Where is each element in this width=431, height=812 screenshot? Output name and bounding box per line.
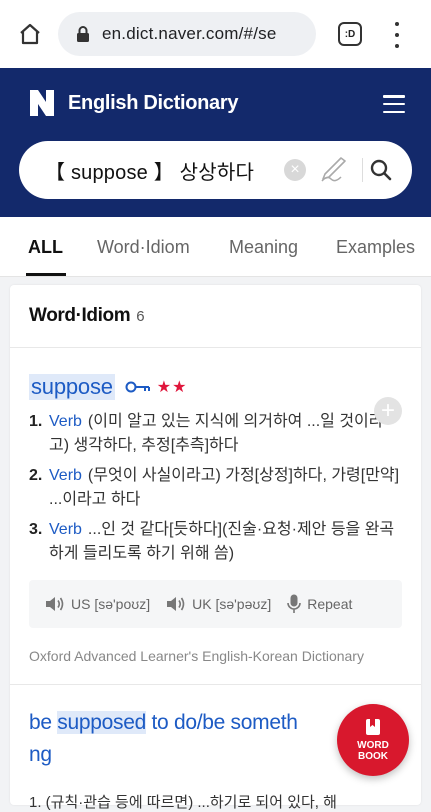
definition-item: 3. Verb ...인 것 같다[듯하다](진술·요청·제안 등을 완곡하게 들… xyxy=(29,518,402,566)
section-title: Word·Idiom xyxy=(29,305,131,326)
idiom-text-highlight: supposed xyxy=(57,711,146,734)
definition-number: 3. xyxy=(29,521,43,538)
entry-word-row: suppose ★★ xyxy=(29,372,402,402)
clear-search-icon[interactable]: × xyxy=(284,159,306,181)
search-box[interactable]: 【 suppose 】 상상하다 × xyxy=(19,141,412,199)
tab-examples[interactable]: Examples xyxy=(336,237,415,258)
repeat-text: Repeat xyxy=(307,596,353,612)
entry-word-link[interactable]: suppose xyxy=(29,374,115,400)
naver-logo-icon xyxy=(30,90,54,116)
browser-toolbar: en.dict.naver.com/#/se :D xyxy=(0,0,431,68)
definition-body: Verb ...인 것 같다[듯하다](진술·요청·제안 등을 완곡하게 들리도록… xyxy=(49,518,402,566)
idiom-definition-preview: 1. (규칙·관습 등에 따르면) ...하기로 되어 있다, 해 xyxy=(29,794,337,811)
speaker-icon xyxy=(167,597,185,611)
active-tab-indicator xyxy=(26,273,66,276)
book-icon xyxy=(366,719,380,735)
lock-icon xyxy=(76,25,90,43)
definition-text: ...인 것 같다[듯하다](진술·요청·제안 등을 완곡하게 들리도록 하기 … xyxy=(49,521,395,562)
tab-meaning[interactable]: Meaning xyxy=(229,237,298,258)
definition-text: (이미 알고 있는 지식에 의거하여 ...일 것이라고) 생각하다, 추정[추… xyxy=(49,413,384,454)
dictionary-header: English Dictionary 【 suppose 】 상상하다 × xyxy=(0,68,431,217)
part-of-speech: Verb xyxy=(49,413,82,430)
search-input[interactable]: 【 suppose 】 상상하다 xyxy=(45,156,254,185)
word-entry: suppose ★★ + 1. Verb (이미 알고 있는 지식에 의거하여 .… xyxy=(10,372,421,664)
part-of-speech: Verb xyxy=(49,467,82,484)
pronunciation-bar: US [sə'poʊz] UK [sə'pəʊz] Repeat xyxy=(29,580,402,628)
uk-pronunciation-button[interactable]: UK [sə'pəʊz] xyxy=(166,596,271,612)
definition-number: 1. xyxy=(29,413,43,430)
definition-number: 2. xyxy=(29,467,43,484)
definition-body: Verb (이미 알고 있는 지식에 의거하여 ...일 것이라고) 생각하다, … xyxy=(49,410,402,458)
microphone-icon xyxy=(287,594,302,613)
more-options-icon[interactable] xyxy=(392,22,402,48)
wordbook-button[interactable]: WORD BOOK xyxy=(337,704,409,776)
definition-text: (무엇이 사실이라고) 가정[상정]하다, 가령[만약] ...이라고 하다 xyxy=(49,467,400,508)
importance-stars: ★★ xyxy=(156,379,188,396)
uk-pronunciation-text: UK [sə'pəʊz] xyxy=(192,596,272,612)
search-icon[interactable] xyxy=(369,158,393,187)
home-icon[interactable] xyxy=(10,14,50,54)
tab-all[interactable]: ALL xyxy=(28,237,63,258)
idiom-text-post: to do/be someth xyxy=(145,711,298,734)
hamburger-menu-icon[interactable] xyxy=(383,95,405,113)
handwriting-input-icon[interactable] xyxy=(319,157,349,188)
dictionary-source: Oxford Advanced Learner's English-Korean… xyxy=(29,648,364,664)
search-divider xyxy=(362,158,363,182)
add-to-wordbook-button[interactable]: + xyxy=(374,397,402,425)
definition-list: 1. Verb (이미 알고 있는 지식에 의거하여 ...일 것이라고) 생각하… xyxy=(29,410,402,566)
wordbook-label: WORD BOOK xyxy=(357,740,389,762)
definition-item: 1. Verb (이미 알고 있는 지식에 의거하여 ...일 것이라고) 생각하… xyxy=(29,410,402,458)
us-pronunciation-text: US [sə'poʊz] xyxy=(71,596,151,612)
us-pronunciation-button[interactable]: US [sə'poʊz] xyxy=(45,596,150,612)
result-tabs: ALL Word·Idiom Meaning Examples xyxy=(0,217,431,277)
tab-switcher-button[interactable]: :D xyxy=(338,22,362,46)
idiom-text-pre: be xyxy=(29,711,58,734)
speaker-icon xyxy=(46,597,64,611)
section-header: Word·Idiom 6 xyxy=(10,285,421,348)
idiom-text-line2: ng xyxy=(29,743,52,766)
repeat-button[interactable]: Repeat xyxy=(287,594,352,614)
section-count: 6 xyxy=(136,307,145,325)
url-text: en.dict.naver.com/#/se xyxy=(102,24,277,43)
brand[interactable]: English Dictionary xyxy=(30,90,238,116)
tab-word-idiom[interactable]: Word·Idiom xyxy=(97,237,190,258)
definition-body: Verb (무엇이 사실이라고) 가정[상정]하다, 가령[만약] ...이라고 … xyxy=(49,464,402,512)
header-title: English Dictionary xyxy=(68,91,239,114)
address-bar[interactable]: en.dict.naver.com/#/se xyxy=(58,12,316,56)
part-of-speech: Verb xyxy=(49,521,82,538)
key-icon xyxy=(125,380,151,394)
definition-item: 2. Verb (무엇이 사실이라고) 가정[상정]하다, 가령[만약] ...이… xyxy=(29,464,402,512)
